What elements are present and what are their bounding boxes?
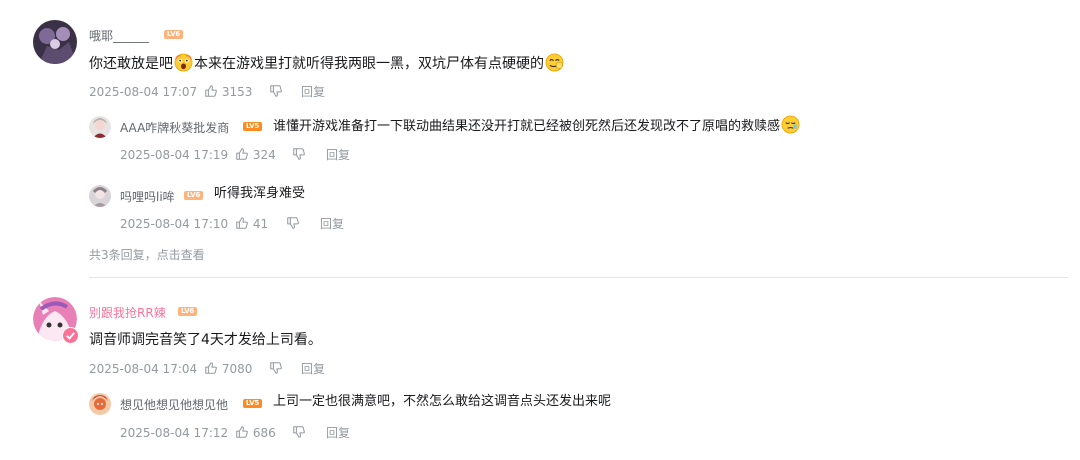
like-button[interactable]: 686 bbox=[235, 425, 276, 441]
comment-meta: 2025-08-04 17:04 7080 回复 bbox=[89, 361, 389, 377]
reply-date: 2025-08-04 17:10 bbox=[120, 217, 229, 231]
comment-content: 调音师调完音笑了4天才发给上司看。 bbox=[89, 330, 322, 350]
comment-date: 2025-08-04 17:07 bbox=[89, 85, 198, 99]
thumb-up-icon bbox=[205, 85, 217, 97]
like-count: 3153 bbox=[221, 85, 253, 99]
comment-text: 调音师调完音笑了4天才发给上司看。 bbox=[89, 332, 322, 348]
like-count: 7080 bbox=[221, 362, 253, 376]
level-badge: LV6 bbox=[184, 191, 203, 200]
view-more-replies[interactable]: 共3条回复，点击查看 bbox=[89, 246, 205, 263]
scared-emoji-icon bbox=[174, 53, 193, 72]
thumb-up-icon bbox=[236, 217, 248, 229]
reply-button[interactable]: 回复 bbox=[301, 84, 325, 100]
reply-button[interactable]: 回复 bbox=[326, 147, 350, 163]
reply-date: 2025-08-04 17:19 bbox=[120, 148, 229, 162]
thumb-down-icon bbox=[287, 217, 299, 229]
level-badge: LV5 bbox=[243, 399, 262, 408]
avatar[interactable] bbox=[89, 116, 111, 138]
reply-content: 听得我浑身难受 bbox=[214, 184, 305, 204]
reply-meta: 2025-08-04 17:19 324 回复 bbox=[120, 147, 420, 163]
comment-meta: 2025-08-04 17:07 3153 回复 bbox=[89, 84, 389, 100]
like-count: 41 bbox=[252, 217, 269, 231]
like-count: 324 bbox=[252, 148, 276, 162]
comment-text: 本来在游戏里打就听得我两眼一黑，双坑尸体有点硬硬的 bbox=[194, 56, 544, 72]
thumb-down-icon bbox=[293, 148, 305, 160]
reply-button[interactable]: 回复 bbox=[320, 216, 344, 232]
level-badge: LV6 bbox=[164, 30, 183, 39]
wipe-tears-emoji-icon bbox=[781, 115, 800, 134]
reply-meta: 2025-08-04 17:12 686 回复 bbox=[120, 425, 420, 441]
like-count: 686 bbox=[252, 426, 276, 440]
comment-content: 你还敢放是吧 本来在游戏里打就听得我两眼一黑，双坑尸体有点硬硬的 bbox=[89, 53, 565, 74]
thumb-up-icon bbox=[236, 148, 248, 160]
avatar[interactable] bbox=[33, 20, 77, 64]
reply-date: 2025-08-04 17:12 bbox=[120, 426, 229, 440]
username[interactable]: 想见他想见他想见他 bbox=[120, 396, 228, 413]
reply-meta: 2025-08-04 17:10 41 回复 bbox=[120, 216, 420, 232]
dislike-button[interactable] bbox=[269, 361, 283, 377]
avatar[interactable] bbox=[89, 185, 111, 207]
comment-date: 2025-08-04 17:04 bbox=[89, 362, 198, 376]
comment-text: 你还敢放是吧 bbox=[89, 56, 173, 72]
level-badge: LV5 bbox=[243, 122, 262, 131]
thumb-down-icon bbox=[293, 426, 305, 438]
avatar[interactable] bbox=[89, 393, 111, 415]
dislike-button[interactable] bbox=[269, 84, 283, 100]
dislike-button[interactable] bbox=[286, 216, 300, 232]
like-button[interactable]: 7080 bbox=[204, 361, 252, 377]
like-button[interactable]: 3153 bbox=[204, 84, 252, 100]
reply-content: 上司一定也很满意吧，不然怎么敢给这调音点头还发出来呢 bbox=[273, 392, 611, 412]
dislike-button[interactable] bbox=[292, 147, 306, 163]
like-button[interactable]: 41 bbox=[235, 216, 268, 232]
like-button[interactable]: 324 bbox=[235, 147, 276, 163]
divider bbox=[89, 277, 1068, 278]
username[interactable]: AAA咋牌秋葵批发商 bbox=[120, 119, 229, 136]
reply-content: 谁懂开游戏准备打一下联动曲结果还没开打就已经被创死然后还发现改不了原唱的救赎感 bbox=[273, 115, 801, 137]
thumb-up-icon bbox=[205, 362, 217, 374]
reply-text: 听得我浑身难受 bbox=[214, 186, 306, 201]
username[interactable]: 吗哩吗li哞 bbox=[120, 188, 175, 205]
dislike-button[interactable] bbox=[292, 425, 306, 441]
awkward-emoji-icon bbox=[545, 53, 564, 72]
username[interactable]: 哦耶______ bbox=[89, 27, 149, 44]
avatar[interactable] bbox=[33, 297, 79, 344]
verified-badge-icon bbox=[62, 327, 79, 344]
reply-button[interactable]: 回复 bbox=[301, 361, 325, 377]
reply-text: 谁懂开游戏准备打一下联动曲结果还没开打就已经被创死然后还发现改不了原唱的救赎感 bbox=[273, 119, 781, 134]
reply-text: 上司一定也很满意吧，不然怎么敢给这调音点头还发出来呢 bbox=[273, 394, 612, 409]
thumb-down-icon bbox=[270, 85, 282, 97]
reply-button[interactable]: 回复 bbox=[326, 425, 350, 441]
thumb-down-icon bbox=[270, 362, 282, 374]
thumb-up-icon bbox=[236, 426, 248, 438]
username[interactable]: 别跟我抢RR辣 bbox=[89, 304, 166, 321]
level-badge: LV6 bbox=[178, 307, 197, 316]
